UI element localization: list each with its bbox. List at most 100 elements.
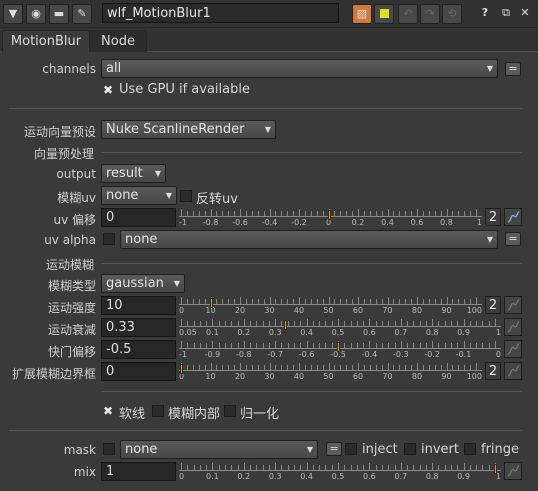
mask-checkbox[interactable]	[103, 443, 115, 455]
slider-handle[interactable]	[337, 342, 340, 352]
slider-tick	[340, 211, 342, 216]
slider-tick	[434, 299, 436, 304]
node-icon[interactable]: ▬	[49, 4, 69, 24]
slider-tick	[444, 465, 446, 470]
slider-tick-label: 0.3	[268, 472, 282, 481]
decay-field[interactable]: 0.33	[101, 318, 176, 337]
uv-offset-field[interactable]: 0	[101, 208, 176, 227]
slider-tick	[469, 465, 471, 470]
output-dropdown[interactable]: result ▼	[101, 164, 166, 183]
yellow-swatch-icon[interactable]	[374, 4, 394, 24]
strength-slider[interactable]: 0 10 20 30 40 50 60 70 80 90 100	[179, 295, 482, 317]
expand-field[interactable]: 0	[101, 362, 176, 381]
slider-tick	[338, 319, 339, 326]
slider-tick-label: 0.6	[410, 218, 424, 227]
strength-field[interactable]: 10	[101, 296, 176, 315]
uv-alpha-equals-button[interactable]: =	[505, 232, 521, 246]
slider-tick	[356, 343, 358, 348]
divider	[9, 430, 522, 431]
slider-tick-label: 0.5	[331, 328, 345, 337]
slider-handle[interactable]	[180, 364, 183, 374]
undo-icon[interactable]: ↶	[398, 4, 418, 24]
mask-dropdown[interactable]: none ▼	[120, 440, 318, 459]
slider-tick	[281, 211, 283, 216]
node-name-field[interactable]: wlf_MotionBlur1	[102, 3, 339, 23]
triangle-down-icon[interactable]: ▼	[3, 4, 23, 24]
wrench-icon[interactable]: ✎	[72, 4, 92, 24]
channels-dropdown[interactable]: all ▼	[101, 59, 498, 78]
slider-handle[interactable]	[283, 320, 287, 330]
slider-tick	[262, 343, 264, 348]
channels-equals-button[interactable]: =	[505, 62, 521, 76]
use-gpu-check-icon[interactable]: ✖	[103, 83, 113, 97]
invert-uv-label: 反转uv	[196, 192, 238, 207]
slider-tick	[300, 343, 302, 348]
redo-icon[interactable]: ↷	[420, 4, 440, 24]
close-icon[interactable]: ✕	[516, 4, 534, 22]
blur-uv-dropdown[interactable]: none ▼	[101, 186, 177, 205]
curve-icon[interactable]	[504, 362, 522, 380]
circle-icon[interactable]: ◉	[26, 4, 46, 24]
strength-split-button[interactable]: 2	[485, 296, 501, 314]
slider-tick	[212, 319, 214, 326]
mix-field[interactable]: 1	[101, 462, 176, 481]
inject-checkbox[interactable]	[345, 443, 357, 455]
curve-icon[interactable]	[504, 340, 522, 358]
slider-tick	[181, 463, 182, 470]
color-swatch-icon[interactable]: ▨	[352, 4, 372, 24]
slider-tick	[257, 365, 259, 370]
slider-tick	[440, 299, 442, 304]
blur-type-dropdown[interactable]: gaussian ▼	[101, 274, 185, 293]
slider-tick-label: -1	[179, 350, 187, 359]
slider-tick	[464, 299, 466, 304]
mask-equals-button[interactable]: =	[326, 442, 342, 456]
shutter-slider[interactable]: -1 -0.9 -0.8 -0.7 -0.6 -0.5 -0.4 -0.3 -0.2 -0.1 0	[179, 339, 501, 361]
slider-tick	[186, 211, 188, 216]
slider-tick	[310, 299, 312, 304]
invert-checkbox[interactable]	[404, 443, 416, 455]
slider-tick	[281, 365, 283, 370]
slider-tick-label: 0.9	[457, 328, 470, 337]
curve-icon[interactable]	[504, 208, 522, 226]
slider-tick	[316, 299, 318, 304]
shutter-field[interactable]: -0.5	[101, 340, 176, 359]
curve-icon[interactable]	[504, 296, 522, 314]
blur-inside-checkbox[interactable]	[152, 405, 164, 417]
slider-tick-label: 0.8	[425, 472, 439, 481]
slider-tick	[488, 465, 490, 470]
float-icon[interactable]: ⧉	[497, 4, 515, 22]
soft-check-icon[interactable]: ✖	[103, 404, 113, 418]
tab-node[interactable]: Node	[89, 30, 147, 52]
slider-tick	[287, 299, 289, 304]
expand-split-button[interactable]: 2	[485, 362, 501, 380]
slider-tick	[346, 299, 348, 304]
uv-alpha-checkbox[interactable]	[103, 233, 115, 245]
slider-tick	[269, 209, 271, 216]
uv-offset-split-button[interactable]: 2	[485, 208, 501, 226]
slider-tick	[463, 341, 465, 348]
help-icon[interactable]: ?	[476, 4, 494, 22]
decay-slider[interactable]: 0.05 0.1 0.2 0.3 0.4 0.5 0.6 0.7 0.8 0.9 1	[179, 317, 501, 339]
curve-icon[interactable]	[504, 462, 522, 480]
uv-offset-slider[interactable]: -1 -0.8 -0.6 -0.4 -0.2 0 0.2 0.4 0.6 0.8 1	[179, 207, 482, 229]
fringe-checkbox[interactable]	[464, 443, 476, 455]
slider-tick	[256, 343, 258, 348]
revert-icon[interactable]: ⟲	[442, 4, 462, 24]
slider-tick	[432, 319, 434, 326]
slider-handle[interactable]	[209, 298, 213, 308]
slider-tick-label: 80	[411, 306, 423, 315]
slider-tick	[394, 321, 396, 326]
slider-tick	[287, 465, 289, 470]
invert-uv-checkbox[interactable]	[180, 190, 192, 202]
uv-alpha-dropdown[interactable]: none ▼	[120, 230, 498, 249]
slider-tick	[334, 211, 336, 216]
expand-slider[interactable]: 0 10 20 30 40 50 60 70 80 90 100	[179, 361, 482, 383]
slider-handle[interactable]	[327, 210, 331, 220]
curve-icon[interactable]	[504, 318, 522, 336]
normalize-checkbox[interactable]	[224, 405, 236, 417]
slider-tick	[287, 321, 289, 326]
preset-dropdown[interactable]: Nuke ScanlineRender ▼	[101, 120, 276, 139]
mix-slider[interactable]: 0 0.1 0.2 0.3 0.4 0.5 0.6 0.7 0.8 0.9 1	[179, 461, 501, 483]
tab-motionblur[interactable]: MotionBlur	[2, 30, 90, 52]
slider-handle[interactable]	[494, 464, 497, 474]
